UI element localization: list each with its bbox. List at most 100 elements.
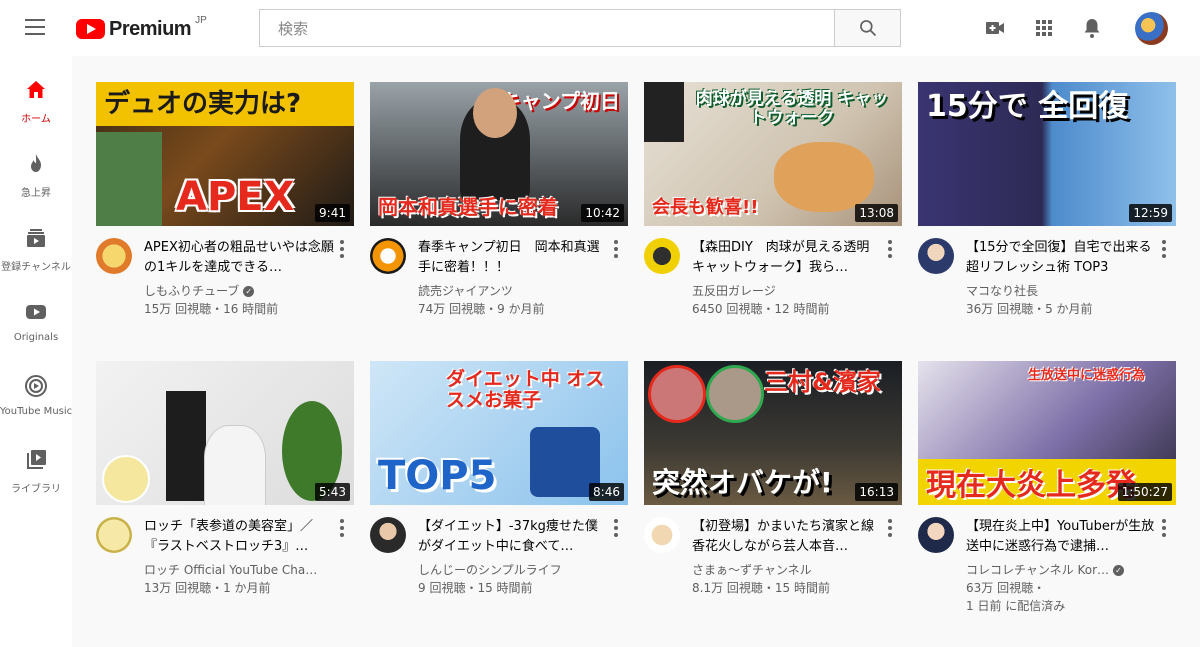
video-meta: 【初登場】かまいたち濱家と線香花火しながら芸人本音… さまぁ～ずチャンネル 8.…: [692, 517, 882, 597]
more-actions-icon[interactable]: [882, 240, 898, 260]
video-meta: 【現在炎上中】YouTuberが生放送中に迷惑行為で逮捕… コレコレチャンネル …: [966, 517, 1156, 615]
search-input[interactable]: 検索: [259, 9, 835, 47]
thumbnail-text: デュオの実力は?: [104, 89, 302, 119]
sidebar-item-label: 急上昇: [21, 188, 51, 199]
video-title[interactable]: APEX初心者の粗品せいやは念願の1キルを達成できる…: [144, 238, 334, 278]
video-stats: 15万 回視聴・16 時間前: [144, 302, 279, 316]
more-actions-icon[interactable]: [334, 519, 350, 539]
video-title[interactable]: 【ダイエット】-37kg痩せた僕がダイエット中に食べて…: [418, 517, 608, 557]
channel-avatar[interactable]: [644, 517, 680, 553]
channel-name[interactable]: しもふりチューブ ✓: [144, 282, 334, 300]
library-icon: [27, 450, 46, 469]
create-video-icon[interactable]: [983, 16, 1007, 40]
video-stats: 74万 回視聴・9 か月前: [418, 302, 545, 316]
verified-badge-icon: ✓: [1113, 565, 1125, 576]
video-thumbnail[interactable]: ダイエット中 オススメお菓子 TOP5 8:46: [370, 361, 628, 505]
home-icon: [27, 81, 45, 98]
channel-avatar[interactable]: [96, 238, 132, 274]
channel-avatar[interactable]: [370, 517, 406, 553]
video-title[interactable]: 【現在炎上中】YouTuberが生放送中に迷惑行為で逮捕…: [966, 517, 1156, 557]
video-meta: 【森田DIY 肉球が見える透明キャットウォーク】我ら… 五反田ガレージ 6450…: [692, 238, 882, 318]
channel-name[interactable]: コレコレチャンネル Kor… ✓: [966, 561, 1156, 579]
sidebar-item-music[interactable]: YouTube Music: [0, 374, 72, 448]
video-stats: 36万 回視聴・5 か月前: [966, 302, 1093, 316]
video-title[interactable]: 【森田DIY 肉球が見える透明キャットウォーク】我ら…: [692, 238, 882, 278]
video-title[interactable]: ロッチ「表参道の美容室」／『ラストベストロッチ3』…: [144, 517, 334, 557]
music-icon: [25, 375, 47, 397]
video-duration: 5:43: [315, 483, 350, 501]
channel-name[interactable]: しんじーのシンプルライフ: [418, 561, 608, 579]
video-title[interactable]: 【初登場】かまいたち濱家と線香花火しながら芸人本音…: [692, 517, 882, 557]
video-thumbnail[interactable]: 15分で 全回復 12:59: [918, 82, 1176, 226]
youtube-premium-logo[interactable]: Premium JP: [76, 15, 207, 42]
video-duration: 10:42: [581, 204, 624, 222]
video-thumbnail[interactable]: 5:43: [96, 361, 354, 505]
account-avatar[interactable]: [1135, 12, 1168, 45]
video-title[interactable]: 【15分で全回復】自宅で出来る超リフレッシュ術 TOP3: [966, 238, 1156, 278]
video-meta: 【15分で全回復】自宅で出来る超リフレッシュ術 TOP3 マコなり社長 36万 …: [966, 238, 1156, 318]
channel-name[interactable]: 読売ジャイアンツ: [418, 282, 608, 300]
video-duration: 9:41: [315, 204, 350, 222]
search-icon: [859, 20, 876, 37]
sidebar-item-home[interactable]: ホーム: [0, 78, 72, 152]
video-duration: 16:13: [855, 483, 898, 501]
channel-avatar[interactable]: [370, 238, 406, 274]
channel-avatar[interactable]: [644, 238, 680, 274]
thumbnail-text: 15分で 全回復: [926, 89, 1129, 124]
mini-guide: ホーム 急上昇 登録チャンネル Originals YouTube Music: [0, 56, 72, 647]
video-thumbnail[interactable]: 生放送中に迷惑行為 現在大炎上多発 1:50:27: [918, 361, 1176, 505]
thumbnail-text: TOP5: [378, 453, 497, 499]
thumbnail-text: ダイエット中 オススメお菓子: [446, 368, 605, 411]
sidebar-item-subscriptions[interactable]: 登録チャンネル: [0, 226, 72, 300]
sidebar-item-label: ライブラリ: [11, 484, 61, 495]
video-duration: 12:59: [1129, 204, 1172, 222]
video-meta: 【ダイエット】-37kg痩せた僕がダイエット中に食べて… しんじーのシンプルライ…: [418, 517, 608, 597]
channel-avatar[interactable]: [96, 517, 132, 553]
video-stats: 13万 回視聴・1 か月前: [144, 581, 271, 595]
video-title[interactable]: 春季キャンプ初日 岡本和真選手に密着！！！: [418, 238, 608, 278]
more-actions-icon[interactable]: [608, 240, 624, 260]
video-thumbnail[interactable]: キャンプ初日 岡本和真選手に密着 10:42: [370, 82, 628, 226]
youtube-play-icon: [76, 19, 105, 39]
more-actions-icon[interactable]: [882, 519, 898, 539]
more-actions-icon[interactable]: [334, 240, 350, 260]
thumbnail-text: 肉球が見える透明 キャットウォーク: [695, 89, 889, 128]
channel-avatar[interactable]: [918, 238, 954, 274]
video-stats: 8.1万 回視聴・15 時間前: [692, 581, 830, 595]
more-actions-icon[interactable]: [1156, 240, 1172, 260]
channel-name[interactable]: ロッチ Official YouTube Cha…: [144, 561, 334, 579]
video-thumbnail[interactable]: 肉球が見える透明 キャットウォーク 会長も歓喜!! 13:08: [644, 82, 902, 226]
video-meta: ロッチ「表参道の美容室」／『ラストベストロッチ3』… ロッチ Official …: [144, 517, 334, 597]
flame-icon: [31, 154, 41, 172]
notifications-bell-icon[interactable]: [1080, 16, 1104, 40]
verified-badge-icon: ✓: [243, 286, 255, 297]
video-thumbnail[interactable]: 三村&濱家 突然オバケが! 16:13: [644, 361, 902, 505]
video-thumbnail[interactable]: デュオの実力は? APEX 9:41: [96, 82, 354, 226]
more-actions-icon[interactable]: [1156, 519, 1172, 539]
search-button[interactable]: [835, 9, 901, 47]
video-duration: 8:46: [589, 483, 624, 501]
channel-name[interactable]: さまぁ～ずチャンネル: [692, 561, 882, 579]
channel-name[interactable]: マコなり社長: [966, 282, 1156, 300]
sidebar-item-library[interactable]: ライブラリ: [0, 448, 72, 522]
originals-icon: [26, 305, 46, 319]
thumbnail-text: 三村&濱家: [764, 368, 881, 396]
search-placeholder: 検索: [278, 19, 309, 38]
sidebar-item-originals[interactable]: Originals: [0, 300, 72, 374]
channel-avatar[interactable]: [918, 517, 954, 553]
more-actions-icon[interactable]: [608, 519, 624, 539]
menu-icon[interactable]: [25, 19, 45, 35]
thumbnail-text: 会長も歓喜!!: [652, 197, 759, 219]
video-stats: 9 回視聴・15 時間前: [418, 581, 533, 595]
video-stats: 6450 回視聴・12 時間前: [692, 302, 830, 316]
subscriptions-icon: [27, 229, 45, 247]
thumbnail-text: APEX: [176, 174, 295, 220]
sidebar-item-label: ホーム: [21, 114, 51, 125]
apps-grid-icon[interactable]: [1032, 16, 1056, 40]
sidebar-item-label: 登録チャンネル: [1, 262, 71, 273]
sidebar-item-label: Originals: [13, 332, 59, 343]
thumbnail-text: 突然オバケが!: [652, 465, 833, 499]
sidebar-item-trending[interactable]: 急上昇: [0, 152, 72, 226]
channel-name[interactable]: 五反田ガレージ: [692, 282, 882, 300]
video-duration: 13:08: [855, 204, 898, 222]
